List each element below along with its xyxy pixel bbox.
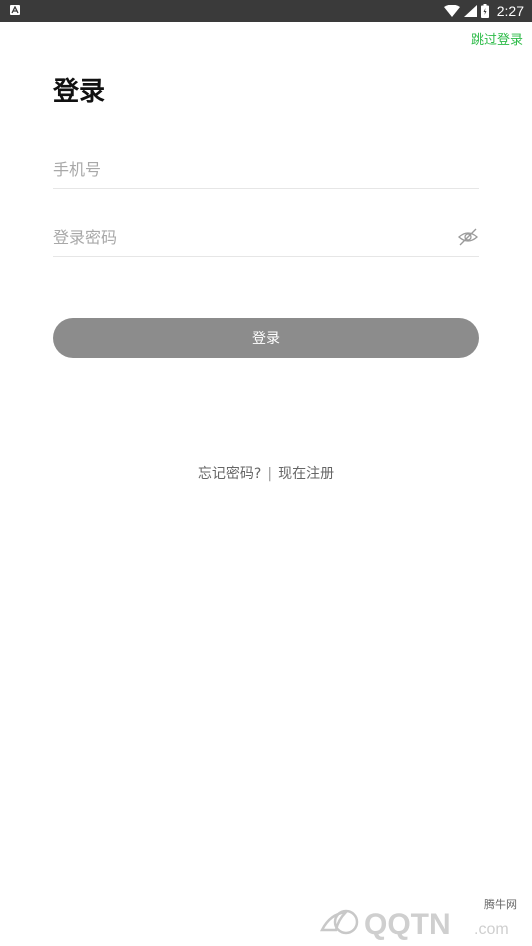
watermark-top-text: 腾牛网: [484, 897, 517, 911]
notification-a-icon: [10, 5, 20, 15]
phone-field: [53, 154, 479, 189]
watermark-main-text: QQTN: [364, 908, 451, 941]
qqtn-watermark-logo: QQTN .com 腾牛网: [316, 896, 526, 942]
status-icons: 2:27: [443, 0, 524, 22]
password-input[interactable]: [53, 222, 433, 252]
page-title: 登录: [53, 77, 106, 107]
login-button[interactable]: 登录: [53, 318, 479, 358]
account-links: 忘记密码? | 现在注册: [0, 463, 532, 483]
battery-icon: [480, 4, 489, 18]
eye-hidden-icon[interactable]: [457, 226, 479, 248]
link-separator: |: [267, 466, 273, 482]
status-time: 2:27: [496, 3, 524, 19]
watermark-suffix-text: .com: [474, 921, 509, 938]
wifi-icon: [443, 5, 460, 17]
forgot-password-link[interactable]: 忘记密码?: [198, 466, 261, 482]
skip-login-link[interactable]: 跳过登录: [471, 29, 523, 48]
phone-input[interactable]: [53, 154, 433, 184]
password-field: [53, 222, 479, 257]
signal-icon: [463, 5, 477, 17]
register-link[interactable]: 现在注册: [278, 466, 334, 482]
status-bar: 2:27: [0, 0, 532, 22]
